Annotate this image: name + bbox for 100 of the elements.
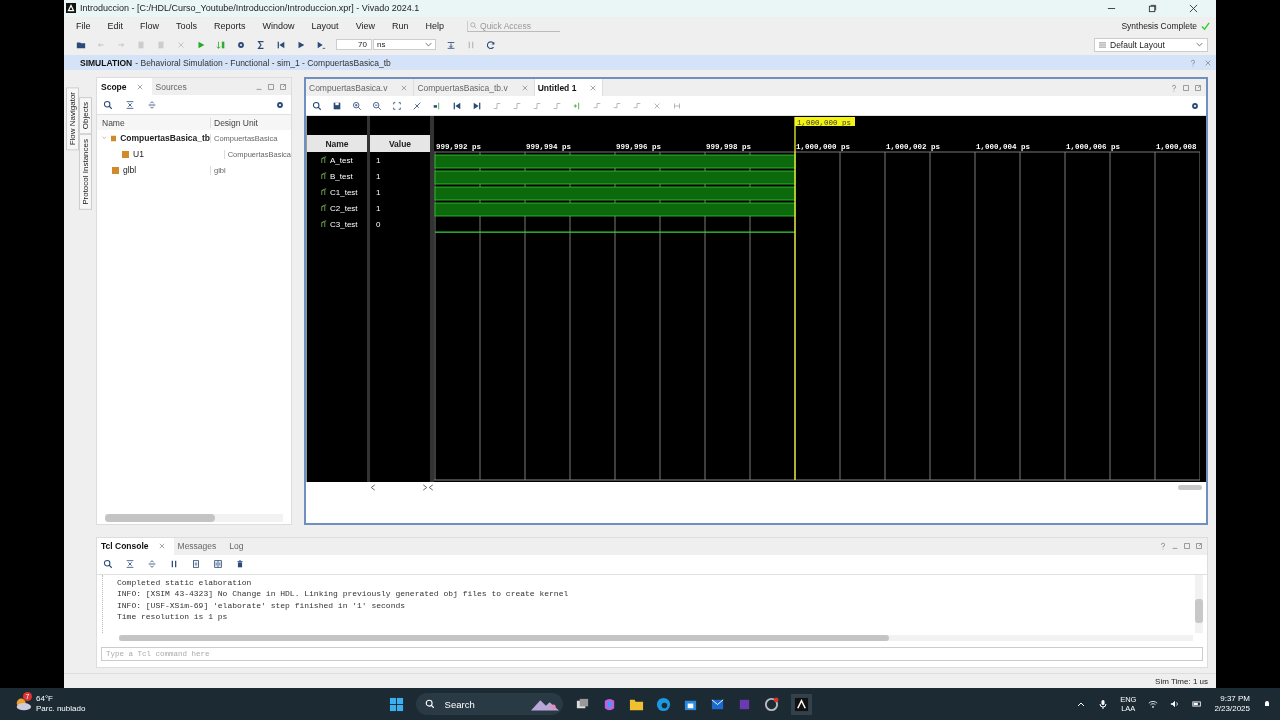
marker-nav-icon[interactable] [592,100,602,111]
menu-item[interactable]: File [76,21,91,32]
vivado-icon[interactable] [790,693,812,715]
wifi-icon[interactable] [1148,699,1159,709]
menu-item[interactable]: View [355,21,375,32]
signal-icon [321,220,327,229]
scope-item[interactable]: glbl [123,165,137,176]
search-icon[interactable] [312,100,322,111]
save-icon[interactable] [332,100,342,111]
column-header[interactable]: Name [97,117,210,128]
maximize-icon[interactable] [1182,83,1190,92]
go-start-icon[interactable] [452,100,462,111]
refresh-icon[interactable] [486,39,496,50]
search-icon[interactable] [103,99,113,110]
console-line: Time resolution is 1 ps [117,611,229,623]
float-icon[interactable] [1194,83,1202,92]
search-icon[interactable] [103,559,113,570]
signal-name[interactable]: C1_test [330,187,358,197]
marker-nav-icon[interactable] [632,100,642,111]
zoom-out-icon[interactable] [372,100,382,111]
signal-name[interactable]: C2_test [330,203,358,213]
mail-icon[interactable] [709,696,725,712]
menu-item[interactable]: Window [262,21,295,32]
console-tab[interactable]: Tcl Console [97,537,174,555]
scroll-left-icon[interactable] [370,483,376,491]
scroll-left-icon[interactable] [428,483,434,491]
restore-icon[interactable] [1148,3,1157,13]
scope-item[interactable]: CompuertasBasica_tb [120,133,210,144]
run-icon[interactable] [196,39,206,50]
clock-date[interactable]: 2/23/2025 [1214,704,1250,714]
add-marker-icon[interactable] [572,100,582,111]
menu-item[interactable]: Layout [311,21,339,32]
trash-icon[interactable] [235,559,245,570]
maximize-icon[interactable] [1183,542,1191,551]
marker-icon[interactable] [432,100,442,111]
time-field[interactable]: 70 [336,39,372,51]
panel-tab[interactable]: Sources [151,78,196,96]
signal-name[interactable]: C3_test [330,219,358,229]
notification-icon[interactable] [1262,699,1272,709]
pause-icon[interactable] [169,559,179,570]
console-tab[interactable]: Log [225,537,253,555]
cursor-icon[interactable] [412,100,422,111]
collapse-all-icon[interactable] [125,559,135,570]
float-icon[interactable] [279,82,287,91]
settings-icon[interactable] [275,99,285,110]
menu-item[interactable]: Run [392,21,409,32]
volume-icon[interactable] [1170,699,1181,709]
maximize-icon[interactable] [267,82,275,91]
copy-icon[interactable] [191,559,201,570]
column-header[interactable]: Name [307,135,367,153]
settings-icon[interactable] [1190,100,1200,111]
menu-item[interactable]: Help [425,21,444,32]
layout-dropdown[interactable]: Default Layout [1094,37,1208,52]
editor-tab[interactable]: Untitled 1 [534,79,604,97]
taskbar-search[interactable]: Search [415,693,563,715]
side-tab[interactable]: Objects [79,96,92,134]
settings-icon[interactable] [236,39,246,50]
clock-time[interactable]: 9:37 PM [1220,694,1250,704]
column-header[interactable]: Value [370,135,430,153]
menu-item[interactable]: Flow [140,21,160,32]
play-icon[interactable] [296,39,306,50]
column-header[interactable]: Design Unit [210,117,291,128]
expand-all-icon[interactable] [147,559,157,570]
marker-nav-icon[interactable] [612,100,622,111]
battery-icon[interactable] [1192,699,1203,709]
microphone-icon[interactable] [1098,699,1109,709]
side-tab[interactable]: Flow Navigator [66,87,79,151]
vertical-scrollbar[interactable] [1195,574,1203,633]
scrollbar-thumb[interactable] [1178,484,1202,490]
console-tab[interactable]: Messages [173,537,226,555]
zoom-in-icon[interactable] [352,100,362,111]
time-cursor[interactable] [794,116,855,481]
program-icon[interactable] [216,39,226,50]
scope-item[interactable]: U1 [133,149,144,160]
zoom-fit-icon[interactable] [392,100,402,111]
panel-tab[interactable]: Scope [97,78,152,96]
menu-item[interactable]: Tools [176,21,198,32]
scroll-right-icon[interactable] [422,483,428,491]
quick-access-field[interactable]: Quick Access [467,20,560,32]
restart-icon[interactable] [276,39,286,50]
run-for-icon[interactable] [316,39,326,50]
menu-item[interactable]: Edit [107,21,124,32]
horizontal-scrollbar[interactable] [119,634,1193,641]
go-end-icon[interactable] [472,100,482,111]
close-icon[interactable] [1189,3,1198,13]
sigma-icon[interactable] [256,39,266,50]
columns-icon[interactable] [213,559,223,570]
step-icon[interactable] [446,39,456,50]
browser-icon[interactable] [655,696,671,712]
side-tab[interactable]: Protocol Instances [79,133,92,210]
expand-all-icon[interactable] [147,99,157,110]
menu-item[interactable]: Reports [214,21,246,32]
app-icon[interactable] [763,696,779,712]
horizontal-scrollbar[interactable] [105,513,283,522]
signal-name[interactable]: B_test [330,171,353,181]
signal-name[interactable]: A_test [330,155,353,165]
collapse-all-icon[interactable] [125,99,135,110]
float-icon[interactable] [1195,542,1203,551]
time-unit-dropdown[interactable]: ns [373,39,436,51]
start-icon[interactable] [388,696,404,712]
